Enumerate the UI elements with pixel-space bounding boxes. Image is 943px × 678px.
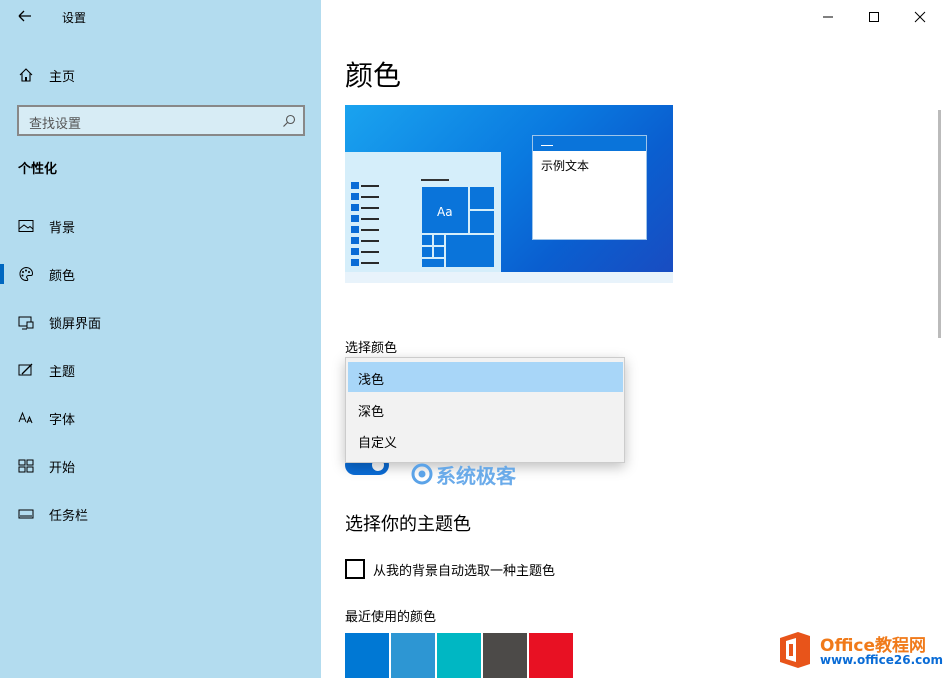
page-title: 颜色 <box>345 59 402 92</box>
preview-sample-text: 示例文本 <box>541 159 590 173</box>
choose-color-label: 选择颜色 <box>345 341 398 356</box>
minimize-button[interactable] <box>805 0 851 32</box>
home-icon <box>18 67 34 83</box>
palette-icon <box>18 266 34 282</box>
sidebar-item-label: 开始 <box>49 461 76 476</box>
sidebar-item-label: 任务栏 <box>49 509 89 524</box>
watermark-logo-icon <box>411 463 433 485</box>
sidebar-item-label: 锁屏界面 <box>49 317 102 332</box>
preview-tile-text: Aa <box>437 205 453 219</box>
color-swatch[interactable] <box>437 633 481 678</box>
maximize-button[interactable] <box>851 0 897 32</box>
taskbar-icon <box>18 506 34 522</box>
back-arrow-icon[interactable] <box>14 7 36 25</box>
sidebar: 设置 主页 查找设置 个性化 背景 颜色 锁屏界面 主题 字体 开始 任务栏 <box>0 0 321 678</box>
preview-app-list <box>351 182 381 270</box>
app-title: 设置 <box>62 11 87 25</box>
sidebar-item-fonts[interactable]: 字体 <box>0 402 321 434</box>
color-swatch[interactable] <box>345 633 389 678</box>
sidebar-item-start[interactable]: 开始 <box>0 450 321 482</box>
watermark-xitongjike: 系统极客 <box>410 458 550 488</box>
sidebar-item-colors[interactable]: 颜色 <box>0 258 321 290</box>
sidebar-item-home[interactable]: 主页 <box>0 62 321 88</box>
dropdown-option-custom[interactable]: 自定义 <box>348 425 623 455</box>
sidebar-item-themes[interactable]: 主题 <box>0 354 321 386</box>
color-swatch[interactable] <box>483 633 527 678</box>
watermark-office26: Office教程网 www.office26.com <box>778 630 943 674</box>
sidebar-item-label: 字体 <box>49 413 76 428</box>
section-heading: 个性化 <box>18 162 58 177</box>
auto-accent-option[interactable]: 从我的背景自动选取一种主题色 <box>345 558 745 580</box>
sidebar-item-lock-screen[interactable]: 锁屏界面 <box>0 306 321 338</box>
sidebar-item-label: 主题 <box>49 365 76 380</box>
recent-colors-label: 最近使用的颜色 <box>345 610 437 625</box>
sidebar-item-background[interactable]: 背景 <box>0 210 321 242</box>
close-icon <box>914 11 926 23</box>
dropdown-option-dark[interactable]: 深色 <box>348 394 623 424</box>
sidebar-item-label: 主页 <box>49 70 76 85</box>
office-logo-icon <box>780 632 810 668</box>
sidebar-item-taskbar[interactable]: 任务栏 <box>0 498 321 530</box>
auto-accent-label: 从我的背景自动选取一种主题色 <box>373 564 556 579</box>
lock-screen-icon <box>18 314 34 330</box>
start-icon <box>18 458 34 474</box>
scrollbar[interactable] <box>938 110 941 338</box>
picture-icon <box>18 218 34 234</box>
theme-icon <box>18 362 34 378</box>
sidebar-item-label: 颜色 <box>49 269 76 284</box>
color-mode-dropdown[interactable]: 浅色 深色 自定义 <box>345 357 625 463</box>
preview-tiles: Aa <box>421 186 495 268</box>
auto-accent-checkbox[interactable] <box>345 559 365 579</box>
color-swatch[interactable] <box>391 633 435 678</box>
preview-start-menu: Aa <box>345 152 501 272</box>
color-swatch[interactable] <box>529 633 573 678</box>
accent-color-heading: 选择你的主题色 <box>345 514 471 535</box>
font-icon <box>18 410 34 426</box>
search-input[interactable]: 查找设置 <box>17 105 305 136</box>
sidebar-item-label: 背景 <box>49 221 76 236</box>
color-preview: Aa 示例文本 <box>345 105 673 283</box>
maximize-icon <box>869 12 879 22</box>
minimize-icon <box>823 16 833 18</box>
search-icon <box>282 113 296 127</box>
close-button[interactable] <box>897 0 943 32</box>
main-content: 颜色 Aa 示例文本 选择颜色 浅色 深色 自定义 选择你的主题色 从我的背景自… <box>321 0 943 678</box>
preview-window: 示例文本 <box>532 135 647 240</box>
search-placeholder: 查找设置 <box>29 117 82 132</box>
dropdown-option-light[interactable]: 浅色 <box>348 362 623 392</box>
